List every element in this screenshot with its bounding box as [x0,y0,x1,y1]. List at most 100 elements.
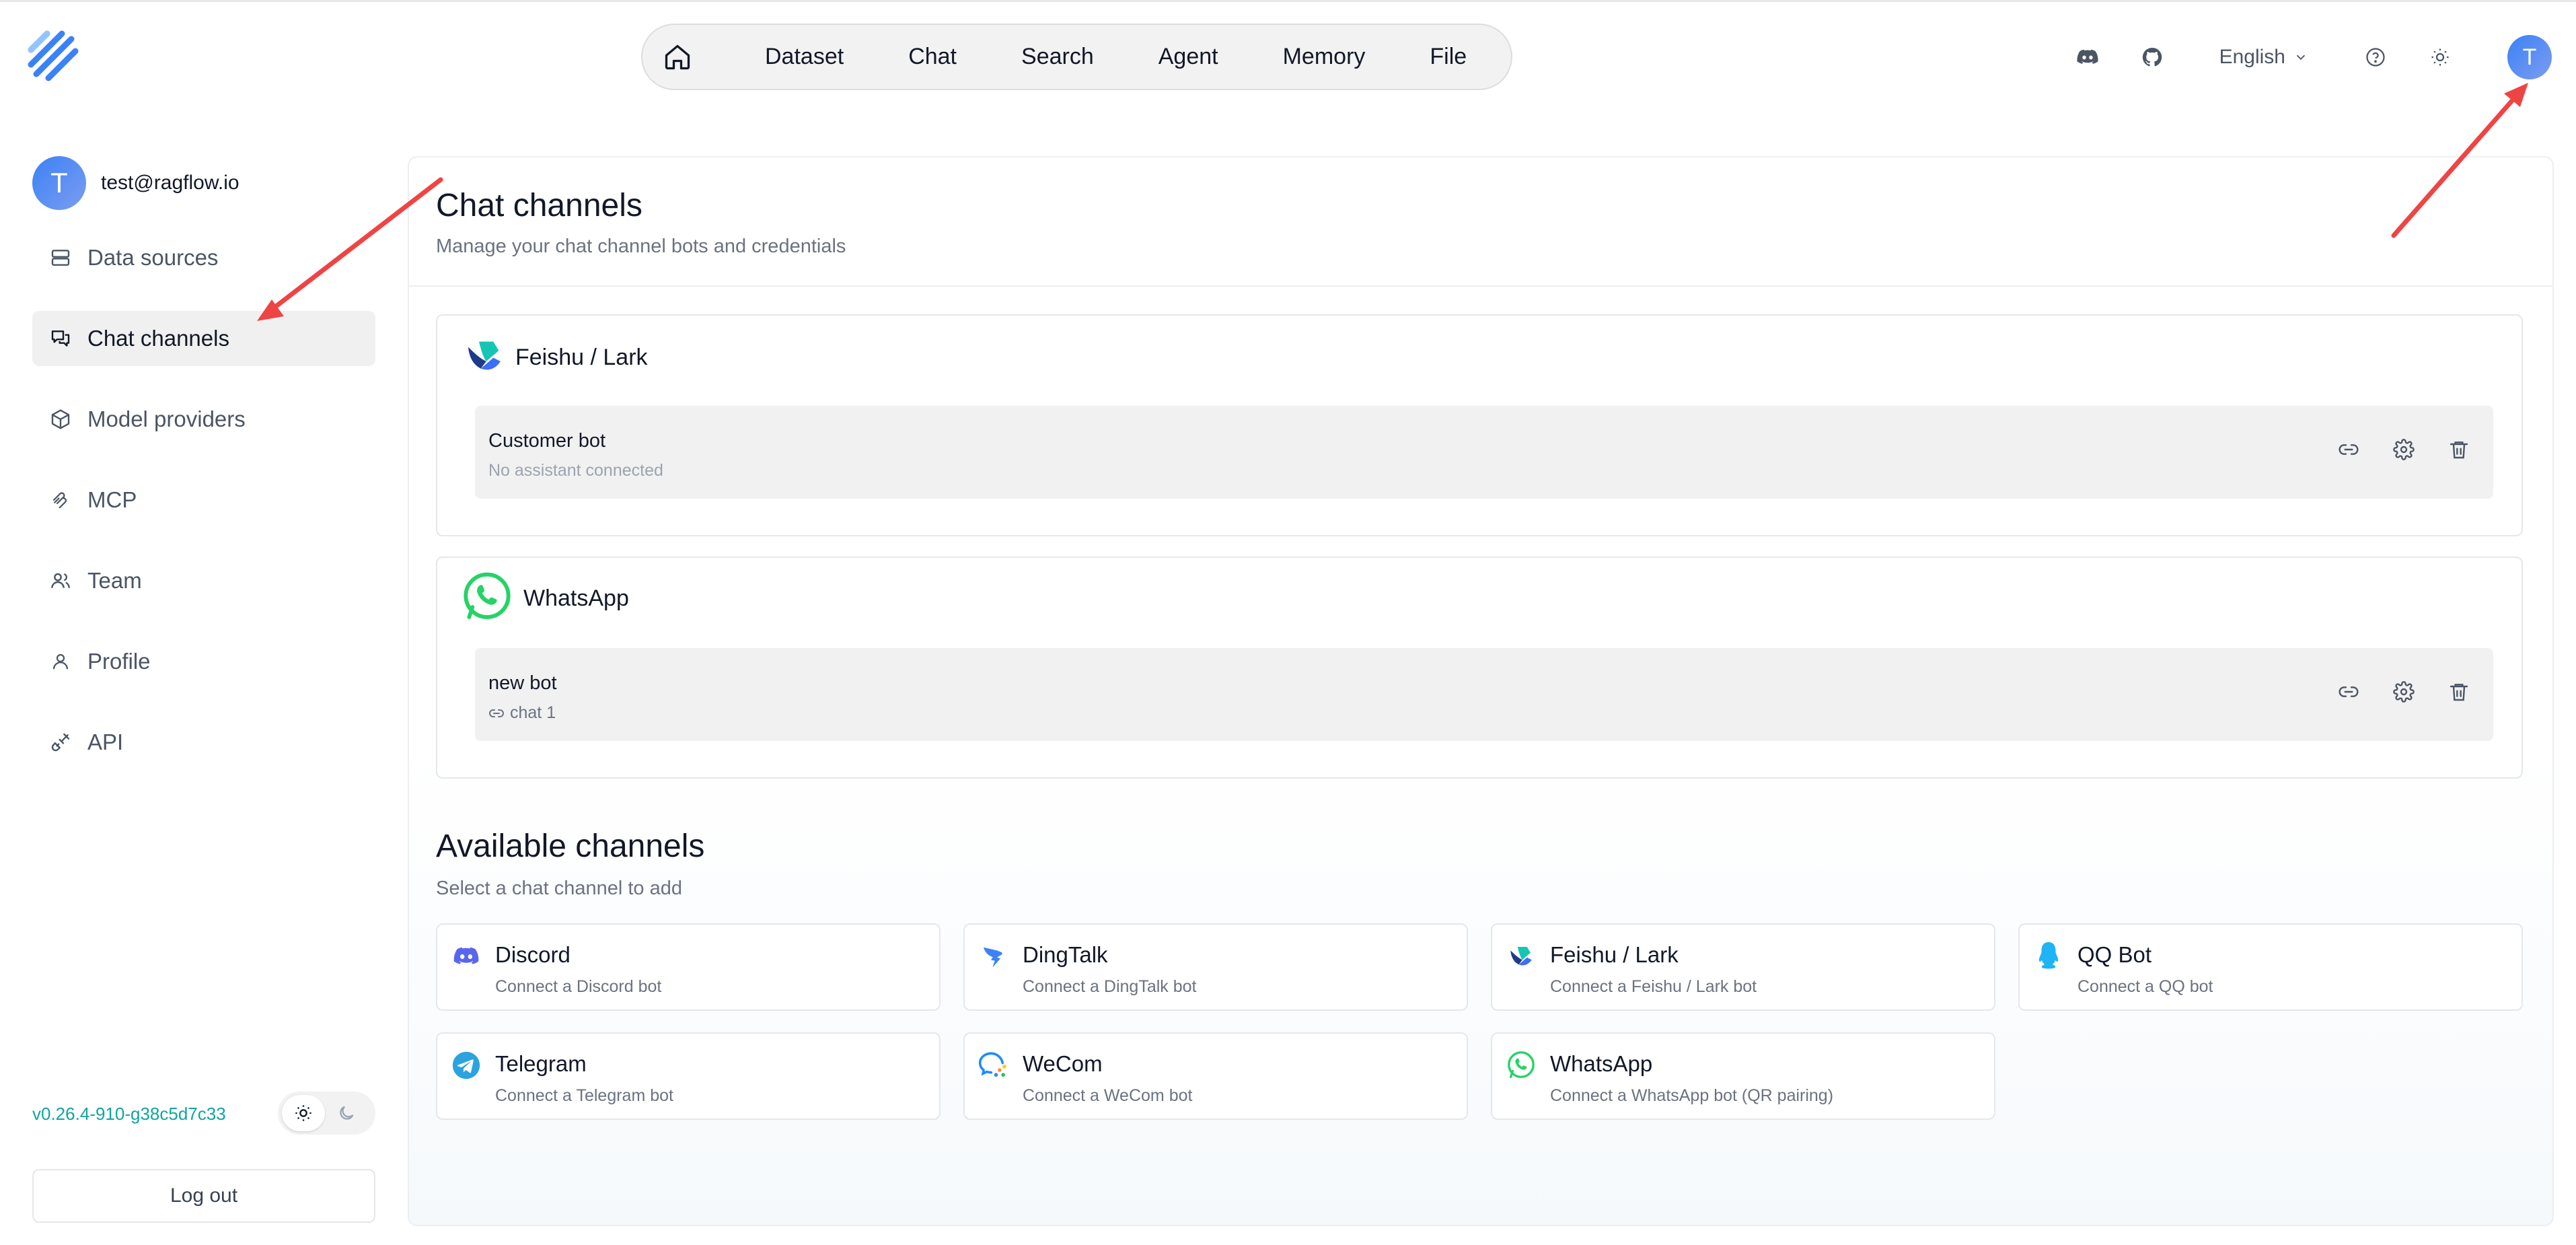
chat-channels-icon [48,326,73,351]
wecom-icon [978,1050,1009,1081]
feishu-icon [463,334,506,381]
bot-actions [2334,678,2473,706]
channel-option-telegram[interactable]: Telegram Connect a Telegram bot [436,1032,941,1120]
bot-name: Customer bot [488,430,606,452]
qq-icon [2033,941,2064,972]
nav-chat[interactable]: Chat [876,44,989,70]
bot-status-text: chat 1 [510,703,556,722]
sidebar-item-mcp[interactable]: MCP [32,472,375,528]
channel-option-desc: Connect a Discord bot [495,977,662,996]
page-title: Chat channels [436,188,642,223]
chevron-down-icon [2296,55,2306,61]
sidebar-item-label: Model providers [87,406,246,431]
nav-agent[interactable]: Agent [1126,44,1251,70]
channel-option-whatsapp[interactable]: WhatsApp Connect a WhatsApp bot (QR pair… [1491,1032,1995,1120]
user-avatar[interactable]: T [2507,35,2552,79]
link-icon[interactable] [2334,435,2363,464]
channel-option-desc: Connect a Feishu / Lark bot [1550,977,1757,996]
channel-card-whatsapp: WhatsApp new bot chat 1 [436,557,2523,779]
page-subtitle: Manage your chat channel bots and creden… [436,236,846,257]
logout-button[interactable]: Log out [32,1169,375,1223]
sidebar-item-team[interactable]: Team [32,553,375,608]
database-icon [48,246,73,270]
window-top-border [0,0,2576,2]
language-label: English [2219,46,2285,68]
whatsapp-icon [1506,1050,1537,1081]
channel-option-name: Telegram [495,1051,587,1076]
channel-option-desc: Connect a QQ bot [2077,977,2213,996]
sidebar-item-chat-channels[interactable]: Chat channels [32,311,375,366]
bot-status-text: No assistant connected [488,461,663,480]
channel-option-discord[interactable]: Discord Connect a Discord bot [436,923,941,1011]
bot-status: No assistant connected [488,461,663,481]
channel-header: Feishu / Lark [463,334,648,381]
channel-option-name: WeCom [1023,1051,1103,1076]
chat-channels-panel: Chat channels Manage your chat channel b… [408,156,2554,1226]
channel-option-name: Feishu / Lark [1550,942,1679,967]
sidebar-item-label: Data sources [87,245,219,270]
feishu-icon [1506,941,1537,972]
user-info: T test@ragflow.io [32,156,375,210]
gear-icon[interactable] [2390,435,2418,464]
divider [409,285,2552,287]
channel-option-feishu[interactable]: Feishu / Lark Connect a Feishu / Lark bo… [1491,923,1995,1011]
help-icon[interactable] [2355,37,2396,77]
sidebar-avatar: T [32,156,86,210]
dark-theme-button[interactable] [325,1095,368,1131]
cube-icon [48,407,73,431]
gear-icon[interactable] [2390,678,2418,706]
channel-header: WhatsApp [460,570,629,627]
sidebar-item-model-providers[interactable]: Model providers [32,392,375,447]
sun-icon [295,1105,311,1121]
theme-toggle[interactable] [278,1092,375,1135]
mcp-icon [48,488,73,512]
channel-option-dingtalk[interactable]: DingTalk Connect a DingTalk bot [963,923,1468,1011]
available-channels-grid: Discord Connect a Discord bot DingTalk C… [436,923,2523,1120]
sidebar-item-data-sources[interactable]: Data sources [32,230,375,285]
channel-card-feishu: Feishu / Lark Customer bot No assistant … [436,314,2523,536]
nav-memory[interactable]: Memory [1251,44,1398,70]
header-actions: English T [2067,34,2552,81]
channel-option-desc: Connect a DingTalk bot [1023,977,1197,996]
sidebar-item-api[interactable]: API [32,715,375,770]
sidebar-item-label: Profile [87,649,151,674]
sidebar-item-profile[interactable]: Profile [32,634,375,689]
sidebar-item-label: Chat channels [87,326,229,351]
available-channels-subtitle: Select a chat channel to add [436,878,682,899]
channel-option-qq[interactable]: QQ Bot Connect a QQ bot [2018,923,2523,1011]
sidebar-menu: Data sources Chat channels Model provide… [32,230,375,770]
bot-actions [2334,435,2473,464]
available-channels-title: Available channels [436,828,705,864]
bot-row[interactable]: new bot chat 1 [475,648,2493,741]
ragflow-logo[interactable] [27,30,82,85]
discord-icon[interactable] [2067,37,2108,77]
bot-name: new bot [488,672,557,694]
nav-dataset[interactable]: Dataset [733,44,876,70]
settings-sidebar: T test@ragflow.io Data sources Chat chan… [32,156,375,1226]
version-label[interactable]: v0.26.4-910-g38c5d7c33 [32,1104,226,1125]
bot-status: chat 1 [488,703,556,723]
top-nav: Dataset Chat Search Agent Memory File [641,24,1512,90]
nav-file[interactable]: File [1397,44,1499,70]
channel-option-wecom[interactable]: WeCom Connect a WeCom bot [963,1032,1468,1120]
language-select[interactable]: English [2219,46,2308,69]
channel-name: WhatsApp [523,585,629,611]
home-icon[interactable] [663,30,692,84]
github-icon[interactable] [2132,37,2172,77]
channel-option-desc: Connect a WhatsApp bot (QR pairing) [1550,1086,1834,1105]
link-icon[interactable] [2334,678,2363,706]
link-icon [489,709,504,717]
sidebar-item-label: Team [87,568,142,593]
sidebar-item-label: MCP [87,487,137,512]
light-theme-button[interactable] [282,1095,325,1131]
trash-icon[interactable] [2445,678,2473,706]
channel-option-name: DingTalk [1023,942,1108,967]
telegram-icon [451,1050,482,1081]
sun-icon[interactable] [2420,37,2460,77]
channel-option-desc: Connect a WeCom bot [1023,1086,1193,1105]
bot-row[interactable]: Customer bot No assistant connected [475,406,2493,499]
channel-name: Feishu / Lark [515,345,648,370]
nav-search[interactable]: Search [989,44,1126,70]
user-email: test@ragflow.io [101,172,240,194]
trash-icon[interactable] [2445,435,2473,464]
